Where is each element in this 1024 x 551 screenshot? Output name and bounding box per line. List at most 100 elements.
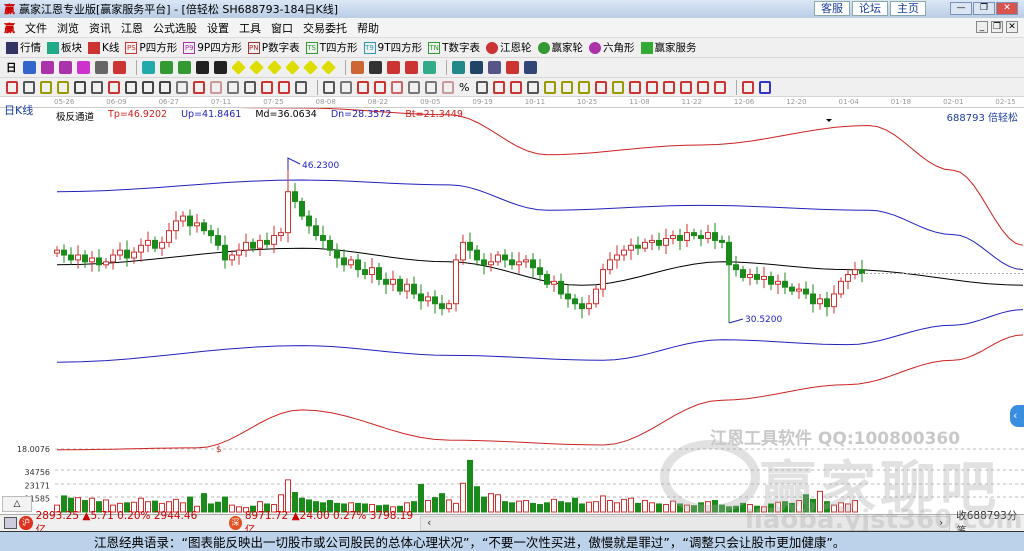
menu-window[interactable]: 窗口 bbox=[271, 20, 293, 36]
drawing-tool-icon[interactable] bbox=[340, 80, 352, 94]
drawing-tool-icon[interactable] bbox=[295, 80, 307, 94]
toolbar-9p-button[interactable]: P9 9P四方形 bbox=[183, 40, 242, 55]
toolbar-blocks-button[interactable]: 板块 bbox=[47, 40, 82, 55]
drawing-tool-icon[interactable] bbox=[193, 80, 205, 94]
drawing-tool-icon[interactable] bbox=[425, 80, 437, 94]
chart-tool-icon[interactable] bbox=[368, 61, 382, 74]
drawing-tool-icon[interactable] bbox=[391, 80, 403, 94]
drawing-tool-icon[interactable] bbox=[261, 80, 273, 94]
chart-tool-icon[interactable] bbox=[76, 61, 90, 74]
scroll-left-arrow[interactable]: ‹ bbox=[427, 517, 431, 529]
toolbar-kline-button[interactable]: K线 bbox=[88, 40, 119, 55]
drawing-tool-icon[interactable] bbox=[578, 80, 590, 94]
drawing-tool-icon[interactable] bbox=[159, 80, 171, 94]
chart-tool-icon[interactable] bbox=[350, 61, 364, 74]
chart-tool-icon[interactable] bbox=[213, 61, 227, 74]
chart-tool-icon[interactable] bbox=[141, 61, 155, 74]
drawing-tool-icon[interactable] bbox=[561, 80, 573, 94]
drawing-tool-icon[interactable] bbox=[680, 80, 692, 94]
drawing-tool-icon[interactable] bbox=[210, 80, 222, 94]
restore-button[interactable]: ❐ bbox=[973, 2, 995, 15]
chart-tool-icon[interactable] bbox=[266, 60, 282, 75]
chart-tool-icon[interactable] bbox=[451, 61, 465, 74]
toolbar-hexagon-button[interactable]: 六角形 bbox=[589, 40, 635, 55]
drawing-tool-icon[interactable] bbox=[527, 80, 539, 94]
chart-tool-icon[interactable] bbox=[284, 60, 300, 75]
chart-tool-icon[interactable] bbox=[177, 61, 191, 74]
drawing-tool-icon[interactable] bbox=[697, 80, 709, 94]
chart-tool-icon[interactable] bbox=[320, 60, 336, 75]
drawing-tool-icon[interactable] bbox=[663, 80, 675, 94]
drawing-tool-icon[interactable] bbox=[442, 80, 454, 94]
menu-info[interactable]: 资讯 bbox=[89, 20, 111, 36]
chart-tool-icon[interactable] bbox=[386, 61, 400, 74]
toolbar-grid-button[interactable]: 行情 bbox=[6, 40, 41, 55]
chart-tool-icon[interactable] bbox=[487, 61, 501, 74]
drawing-tool-icon[interactable] bbox=[6, 80, 18, 94]
chart-tool-icon[interactable] bbox=[22, 61, 36, 74]
drawing-tool-icon[interactable] bbox=[108, 80, 120, 94]
drawing-tool-icon[interactable] bbox=[714, 80, 726, 94]
drawing-tool-icon[interactable] bbox=[493, 80, 505, 94]
drawing-tool-icon[interactable] bbox=[357, 80, 369, 94]
drawing-tool-icon[interactable] bbox=[91, 80, 103, 94]
chart-tool-icon[interactable] bbox=[523, 61, 537, 74]
drawing-tool-icon[interactable] bbox=[629, 80, 641, 94]
drawing-tool-icon[interactable] bbox=[57, 80, 69, 94]
menu-help[interactable]: 帮助 bbox=[357, 20, 379, 36]
drawing-tool-icon[interactable] bbox=[510, 80, 522, 94]
menu-browse[interactable]: 浏览 bbox=[57, 20, 79, 36]
chart-tool-icon[interactable] bbox=[469, 61, 483, 74]
drawing-tool-icon[interactable] bbox=[142, 80, 154, 94]
mdi-restore-button[interactable]: ❐ bbox=[991, 21, 1003, 33]
drawing-tool-icon[interactable] bbox=[544, 80, 556, 94]
toolbar-9t-button[interactable]: T9 9T四方形 bbox=[363, 40, 422, 55]
close-button[interactable]: ✕ bbox=[996, 2, 1018, 15]
chart-tool-icon[interactable] bbox=[159, 61, 173, 74]
chart-tool-icon[interactable] bbox=[404, 61, 418, 74]
menu-gann[interactable]: 江恩 bbox=[121, 20, 143, 36]
mdi-close-button[interactable]: ✕ bbox=[1006, 21, 1018, 33]
chart-tool-icon[interactable] bbox=[112, 61, 126, 74]
drawing-tool-icon[interactable] bbox=[278, 80, 290, 94]
drawing-tool-icon[interactable] bbox=[595, 80, 607, 94]
toolbar-p4-button[interactable]: PS P四方形 bbox=[125, 40, 177, 55]
drawing-tool-icon[interactable] bbox=[74, 80, 86, 94]
drawing-tool-icon[interactable] bbox=[244, 80, 256, 94]
side-panel-toggle[interactable]: ‹ bbox=[1010, 405, 1024, 427]
drawing-tool-icon[interactable] bbox=[176, 80, 188, 94]
chart-tool-icon[interactable] bbox=[422, 61, 436, 74]
chart-tool-icon[interactable] bbox=[40, 61, 54, 74]
drawing-tool-icon[interactable] bbox=[23, 80, 35, 94]
expand-panel-button[interactable]: △ bbox=[2, 496, 32, 512]
drawing-tool-icon[interactable] bbox=[227, 80, 239, 94]
toolbar-dollar-button[interactable]: 赢家服务 bbox=[640, 40, 697, 55]
toolbar-tn-button[interactable]: TN T数字表 bbox=[428, 40, 480, 55]
drawing-tool-icon[interactable] bbox=[759, 80, 771, 94]
drawing-tool-icon[interactable] bbox=[612, 80, 624, 94]
chart-tool-icon[interactable] bbox=[248, 60, 264, 75]
toolbar-pn-button[interactable]: PN P数字表 bbox=[247, 40, 300, 55]
calculator-icon[interactable] bbox=[4, 517, 18, 529]
drawing-tool-icon[interactable] bbox=[374, 80, 386, 94]
menu-file[interactable]: 文件 bbox=[25, 20, 47, 36]
minimize-button[interactable]: — bbox=[950, 2, 972, 15]
chart-tool-icon[interactable] bbox=[58, 61, 72, 74]
forum-link[interactable]: 论坛 bbox=[852, 1, 888, 16]
drawing-tool-icon[interactable]: % bbox=[459, 81, 471, 94]
homepage-link[interactable]: 主页 bbox=[890, 1, 926, 16]
chart-tool-icon[interactable] bbox=[94, 61, 108, 74]
customer-service-link[interactable]: 客服 bbox=[814, 1, 850, 16]
menu-trade[interactable]: 交易委托 bbox=[303, 20, 347, 36]
toolbar-winner-wheel-button[interactable]: 赢家轮 bbox=[537, 40, 583, 55]
chart-tool-icon[interactable] bbox=[505, 61, 519, 74]
menu-tools[interactable]: 工具 bbox=[239, 20, 261, 36]
drawing-tool-icon[interactable] bbox=[40, 80, 52, 94]
chart-tool-icon[interactable] bbox=[195, 61, 209, 74]
drawing-tool-icon[interactable] bbox=[125, 80, 137, 94]
toolbar-t4-button[interactable]: TS T四方形 bbox=[305, 40, 358, 55]
menu-settings[interactable]: 设置 bbox=[207, 20, 229, 36]
drawing-tool-icon[interactable] bbox=[646, 80, 658, 94]
menu-formula[interactable]: 公式选股 bbox=[153, 20, 197, 36]
drawing-tool-icon[interactable] bbox=[408, 80, 420, 94]
